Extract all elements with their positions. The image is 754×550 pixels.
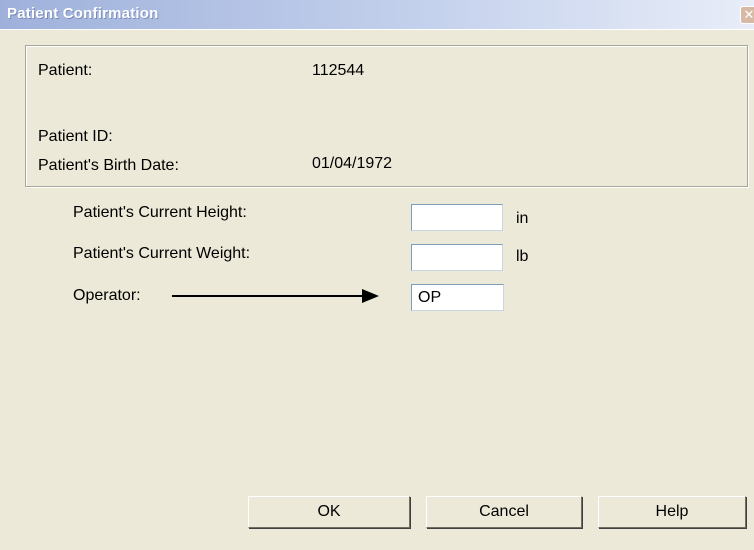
operator-label: Operator: (73, 287, 141, 304)
close-button[interactable]: ✕ (740, 6, 754, 24)
right-arrow-icon (172, 289, 379, 303)
ok-button[interactable]: OK (248, 496, 410, 528)
operator-input[interactable] (411, 284, 504, 311)
birth-date-label: Patient's Birth Date: (38, 157, 179, 174)
weight-input[interactable] (411, 244, 503, 271)
weight-unit: lb (516, 248, 529, 265)
height-unit: in (516, 210, 529, 227)
patient-id-label: Patient ID: (38, 128, 113, 145)
height-label: Patient's Current Height: (73, 204, 247, 221)
patient-value: 112544 (312, 62, 365, 79)
height-input[interactable] (411, 204, 503, 231)
birth-date-value: 01/04/1972 (312, 155, 393, 172)
dialog-title: Patient Confirmation (7, 5, 159, 22)
title-bar[interactable]: Patient Confirmation ✕ (0, 0, 754, 30)
patient-confirmation-dialog: Patient Confirmation ✕ Patient: 112544 P… (0, 0, 754, 550)
close-icon: ✕ (743, 7, 754, 22)
patient-label: Patient: (38, 62, 93, 79)
weight-label: Patient's Current Weight: (73, 245, 251, 262)
help-button[interactable]: Help (598, 496, 746, 528)
cancel-button[interactable]: Cancel (426, 496, 582, 528)
